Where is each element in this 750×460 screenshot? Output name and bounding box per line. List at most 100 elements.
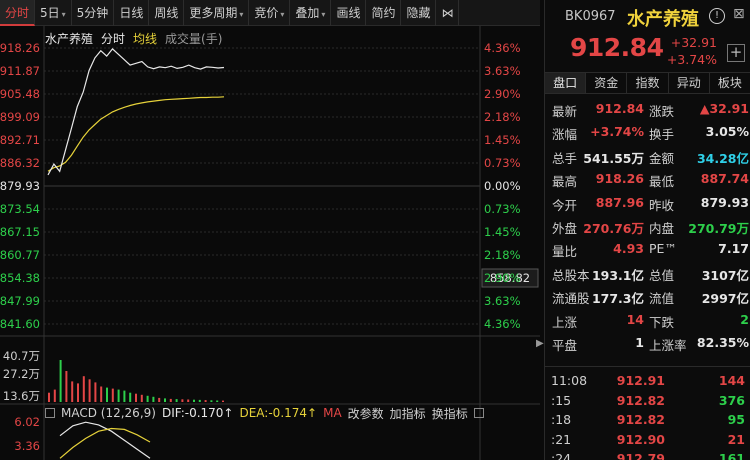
macd-dif-line — [59, 421, 151, 459]
volume-bar — [48, 392, 50, 402]
tick-time: :21 — [551, 431, 572, 447]
price-tick-label: 905.48 — [0, 87, 40, 101]
change-params-button[interactable]: 改参数 — [348, 405, 384, 422]
sector-code: BK0967 — [565, 9, 616, 24]
add-indicator-button[interactable]: 加指标 — [390, 405, 426, 422]
volume-bar — [65, 371, 68, 402]
volume-bar — [198, 399, 201, 402]
quote-row: 上涨 14 下跌 2 — [545, 309, 750, 332]
quote-label: 下跌 — [649, 314, 675, 330]
tab-weekly[interactable]: 周线 — [149, 0, 185, 26]
quote-value: 887.96 — [595, 194, 644, 210]
percent-tick-label: 2.18% — [484, 248, 521, 262]
quote-row: 涨幅 +3.74% 换手 3.05% — [545, 121, 750, 144]
quote-label: 金额 — [649, 150, 675, 166]
quote-value: +3.74% — [590, 124, 644, 140]
tab-movement[interactable]: 异动 — [669, 73, 710, 93]
tick-time: :24 — [551, 451, 572, 460]
quote-label: 最新 — [552, 104, 578, 119]
tick-time: 11:08 — [551, 373, 588, 388]
volume-bar — [77, 383, 79, 402]
macd-indicator-bar: MACD (12,26,9) DIF:-0.170↑ DEA:-0.174↑ M… — [45, 404, 485, 422]
price-tick-label: 854.38 — [0, 271, 40, 285]
quote-label: 昨收 — [649, 197, 675, 213]
quote-value: 4.93 — [613, 241, 644, 257]
quote-row: 外盘 270.76万 内盘 270.79万 — [545, 215, 750, 238]
quote-label: 今开 — [552, 197, 578, 213]
volume-bar — [106, 387, 108, 402]
hide-button[interactable]: 隐藏 — [401, 0, 437, 26]
volume-bar — [129, 392, 132, 402]
tick-volume: 161 — [718, 451, 745, 460]
quote-header: BK0967 水产养殖 ! ⊠ — [545, 0, 750, 34]
tab-pankou[interactable]: 盘口 — [545, 73, 587, 93]
chevron-down-icon: ▾ — [280, 10, 285, 19]
quote-label: 流通股 — [552, 291, 590, 307]
intraday-chart[interactable]: 858.82 918.26 911.87 905.48 899.09 892.71 886… — [0, 26, 544, 460]
price-tick-label: 892.71 — [0, 133, 40, 147]
macd-dea: DEA:-0.174↑ — [239, 406, 318, 420]
volume-bar — [111, 388, 114, 402]
tab-5day[interactable]: 5日 ▾ — [35, 0, 72, 26]
info-icon[interactable]: ! — [709, 8, 725, 24]
tick-volume: 376 — [718, 392, 745, 408]
simple-mode-button[interactable]: 简约 — [366, 0, 402, 26]
sector-name: 水产养殖 — [627, 9, 699, 30]
macd-dif: DIF:-0.170↑ — [161, 406, 234, 420]
macd-tick-label: 3.36 — [14, 439, 40, 453]
quote-value: 3107亿 — [701, 267, 749, 283]
tab-index[interactable]: 指数 — [627, 73, 669, 93]
volume-bar — [88, 379, 91, 402]
tab-daily[interactable]: 日线 — [114, 0, 150, 26]
expand-icon[interactable]: ⋈ — [436, 0, 460, 26]
price-tick-label: 873.54 — [0, 202, 40, 216]
macd-ma: MA — [323, 406, 342, 420]
quote-label: 总值 — [649, 267, 675, 283]
quote-value: ▲32.91 — [699, 101, 749, 116]
percent-tick-label: 2.90% — [484, 87, 521, 101]
overlay-button[interactable]: 叠加 ▾ — [290, 0, 332, 26]
price-tick-label: 860.77 — [0, 248, 40, 262]
macd-tick-label: 6.02 — [14, 415, 40, 429]
tab-5min[interactable]: 5分钟 — [72, 0, 115, 26]
quote-value: 270.76万 — [583, 221, 644, 236]
volume-bar — [82, 376, 85, 402]
auction-button[interactable]: 竞价 ▾ — [249, 0, 291, 26]
percent-tick-label: 3.63% — [484, 294, 521, 308]
auction-label: 竞价 — [254, 6, 279, 20]
macd-label[interactable]: MACD (12,26,9) — [61, 406, 156, 420]
draw-line-button[interactable]: 画线 — [331, 0, 367, 26]
quote-label: 换手 — [649, 127, 675, 143]
tick-price: 912.79 — [616, 451, 665, 460]
legend-avg-line: 均线 — [133, 32, 158, 46]
volume-bar — [175, 399, 178, 402]
volume-bar — [169, 398, 172, 402]
swap-indicator-button[interactable]: 换指标 — [432, 405, 468, 422]
tick-row: 11:08 912.91 144 — [545, 371, 750, 390]
close-icon[interactable]: ⊠ — [733, 6, 745, 22]
tick-volume: 95 — [727, 412, 745, 427]
price-tick-label: 918.26 — [0, 41, 40, 55]
volume-bar — [187, 399, 190, 402]
volume-bar — [216, 400, 219, 402]
quote-label: PE™ — [649, 241, 677, 257]
price-change: +32.91 +3.74% — [663, 34, 717, 68]
volume-tick-label: 13.6万 — [3, 389, 40, 403]
percent-tick-label: 0.73% — [484, 156, 521, 170]
tick-price: 912.82 — [616, 412, 665, 427]
volume-bar — [59, 360, 62, 402]
more-periods-button[interactable]: 更多周期 ▾ — [184, 0, 250, 26]
quote-label: 涨幅 — [552, 127, 578, 143]
quote-value: 887.74 — [700, 171, 749, 187]
tab-fenshi[interactable]: 分时 — [0, 0, 36, 26]
tab-sector[interactable]: 板块 — [710, 73, 750, 93]
quote-row: 量比 4.93 PE™ 7.17 — [545, 238, 750, 261]
tab-funds[interactable]: 资金 — [586, 73, 628, 93]
add-watchlist-button[interactable]: + — [727, 44, 745, 62]
tick-list[interactable]: 11:08 912.91 144:15 912.82 376:18 912.82 95:21… — [545, 366, 750, 460]
quote-row: 流通股 177.3亿 流值 2997亿 — [545, 285, 750, 308]
macd-select-checkbox[interactable] — [45, 408, 55, 418]
tick-time: :18 — [551, 412, 572, 427]
close-indicator-icon[interactable] — [473, 408, 484, 418]
panel-drag-handle[interactable]: ▶ — [536, 338, 544, 356]
